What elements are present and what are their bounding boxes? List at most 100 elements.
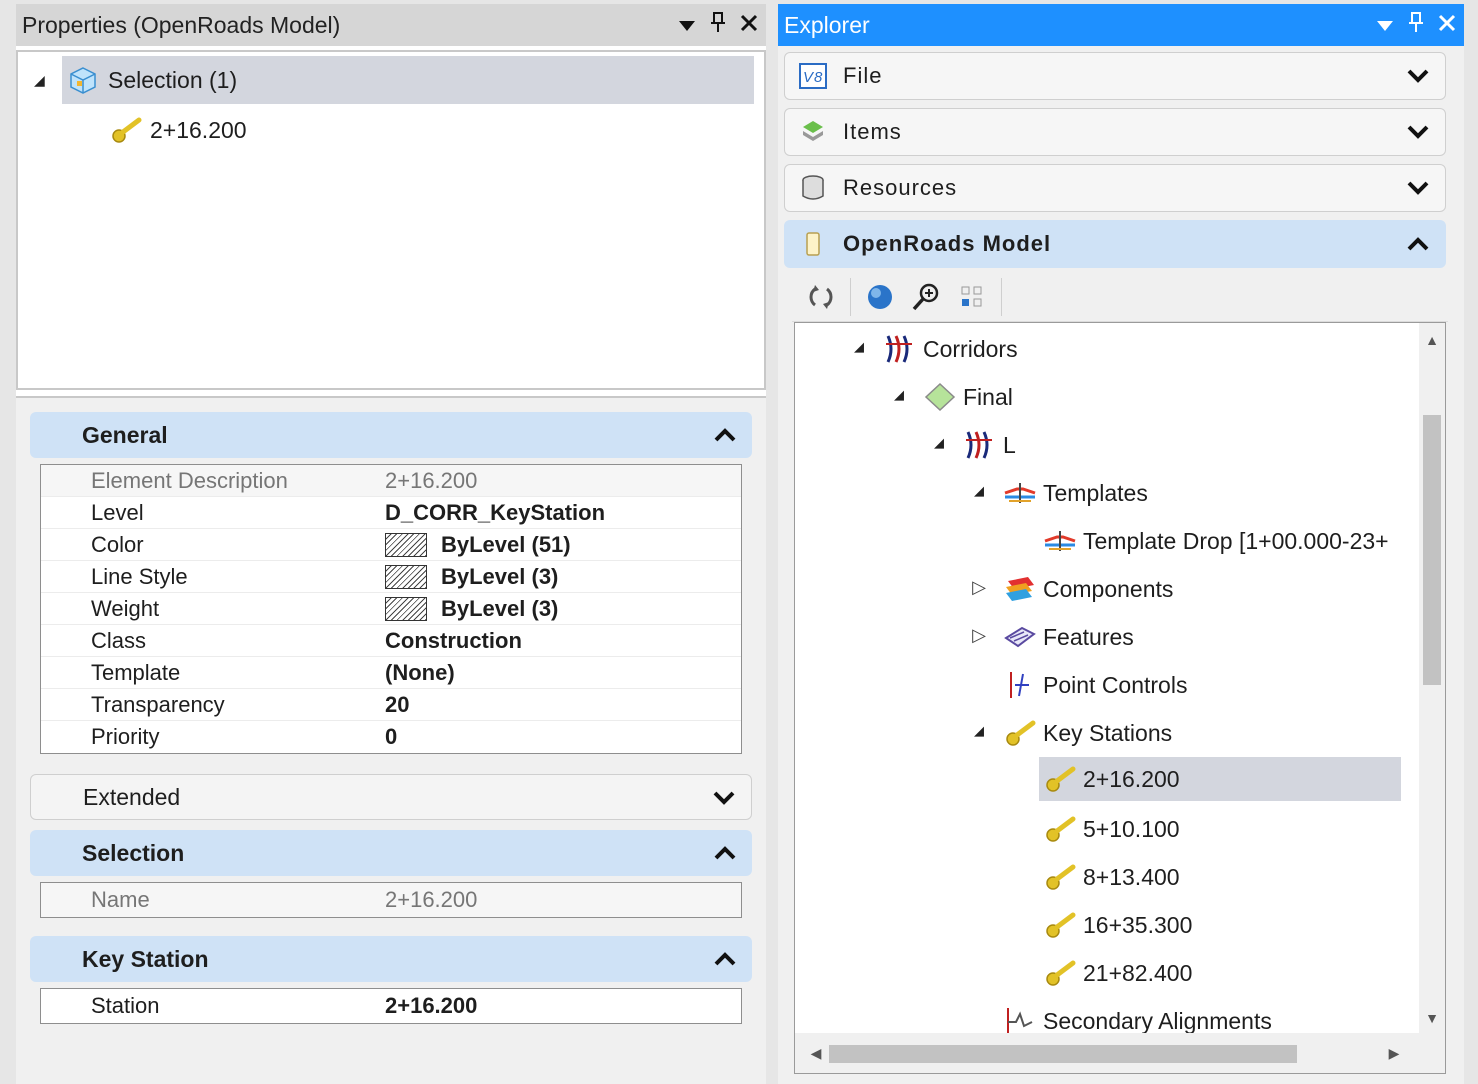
property-value[interactable]: 2+16.200 (381, 989, 741, 1023)
tree-item-label: Final (963, 383, 1013, 410)
close-icon[interactable] (740, 12, 758, 38)
property-row-template: Template (None) (41, 657, 741, 689)
pin-icon[interactable] (1408, 11, 1424, 39)
globe-icon[interactable] (863, 280, 897, 314)
property-name: Template (91, 659, 181, 685)
expand-arrow-icon[interactable]: ◢ (851, 339, 867, 355)
v8-file-icon: V8 (799, 62, 827, 90)
key-icon (112, 117, 142, 143)
tree-item-key-station[interactable]: 2+16.200 (1039, 757, 1401, 801)
property-value[interactable]: (None) (381, 657, 741, 688)
vertical-scroll-thumb[interactable] (1423, 415, 1441, 685)
scroll-down-icon[interactable]: ▼ (1419, 1005, 1445, 1031)
selection-label: Selection (1) (108, 66, 238, 93)
property-row-level: Level D_CORR_KeyStation (41, 497, 741, 529)
tree-item-l[interactable]: L (963, 423, 1016, 467)
property-value[interactable]: 0 (381, 721, 741, 753)
selection-child-item[interactable]: 2+16.200 (110, 112, 247, 148)
chevron-down-icon[interactable] (711, 775, 737, 821)
tree-item-features[interactable]: Features (1003, 615, 1134, 659)
pin-icon[interactable] (710, 11, 726, 39)
chevron-up-icon[interactable] (1405, 221, 1431, 267)
close-icon[interactable] (1438, 12, 1456, 38)
features-icon (1003, 622, 1037, 652)
tree-item-key-station[interactable]: 16+35.300 (1043, 903, 1192, 947)
template-icon (1003, 478, 1037, 508)
tree-item-components[interactable]: Components (1003, 567, 1173, 611)
property-value[interactable]: Construction (381, 625, 741, 656)
key-icon (1043, 862, 1077, 892)
scroll-left-icon[interactable]: ◀ (803, 1033, 829, 1073)
property-name: Element Description (91, 467, 288, 493)
weight-swatch-icon (385, 596, 427, 621)
tree-item-key-station[interactable]: 8+13.400 (1043, 855, 1180, 899)
property-value-cell[interactable]: ByLevel (3) (381, 593, 741, 624)
tree-item-point-controls[interactable]: Point Controls (1003, 663, 1187, 707)
grid-view-icon[interactable] (955, 280, 989, 314)
chevron-down-icon[interactable] (1405, 165, 1431, 211)
chevron-down-icon[interactable] (1405, 53, 1431, 99)
accordion-items-label: Items (843, 119, 902, 144)
section-key-station-header[interactable]: Key Station (30, 936, 752, 982)
tree-item-key-station[interactable]: 21+82.400 (1043, 951, 1192, 995)
zoom-in-icon[interactable] (909, 280, 943, 314)
cube-icon (70, 67, 96, 94)
linestyle-swatch-icon (385, 564, 427, 589)
tree-item-label: 21+82.400 (1083, 959, 1193, 986)
collapsed-arrow-icon[interactable]: ▷ (971, 625, 987, 646)
property-value[interactable]: 2+16.200 (381, 465, 741, 496)
chevron-up-icon[interactable] (712, 936, 738, 982)
dropdown-icon[interactable] (1376, 12, 1394, 38)
property-value[interactable]: D_CORR_KeyStation (381, 497, 741, 528)
tree-item-key-station[interactable]: 5+10.100 (1043, 807, 1180, 851)
tree-item-corridors[interactable]: Corridors (883, 327, 1018, 371)
section-general-header[interactable]: General (30, 412, 752, 458)
accordion-resources[interactable]: Resources (784, 164, 1446, 212)
horizontal-scrollbar[interactable]: ◀ ▶ (795, 1033, 1445, 1073)
general-properties-grid: Element Description 2+16.200 Level D_COR… (40, 464, 742, 754)
property-value-cell[interactable]: ByLevel (3) (381, 561, 741, 592)
accordion-openroads-model[interactable]: OpenRoads Model (784, 220, 1446, 268)
tree-item-label: Features (1043, 623, 1134, 650)
expand-arrow-icon[interactable]: ◢ (971, 723, 987, 739)
refresh-icon[interactable] (804, 280, 838, 314)
expand-arrow-icon[interactable]: ◢ (891, 387, 907, 403)
section-extended-header[interactable]: Extended (30, 774, 752, 820)
property-row-weight: Weight ByLevel (3) (41, 593, 741, 625)
tree-item-templates[interactable]: Templates (1003, 471, 1148, 515)
property-name: Color (91, 531, 144, 557)
properties-panel: Properties (OpenRoads Model) ◢ Selection… (16, 4, 766, 1084)
tree-item-template-drop[interactable]: Template Drop [1+00.000-23+ (1043, 519, 1389, 563)
dropdown-icon[interactable] (678, 12, 696, 38)
chevron-down-icon[interactable] (1405, 109, 1431, 155)
expand-arrow-icon[interactable]: ◢ (971, 483, 987, 499)
property-value[interactable]: 2+16.200 (381, 883, 741, 917)
scroll-up-icon[interactable]: ▲ (1419, 327, 1445, 353)
chevron-up-icon[interactable] (712, 412, 738, 458)
property-value: ByLevel (3) (441, 595, 559, 621)
scroll-right-icon[interactable]: ▶ (1381, 1033, 1407, 1073)
collapsed-arrow-icon[interactable]: ▷ (971, 577, 987, 598)
horizontal-scroll-thumb[interactable] (829, 1045, 1297, 1063)
property-value-cell[interactable]: ByLevel (51) (381, 529, 741, 560)
section-general-title: General (82, 421, 168, 448)
vertical-scrollbar[interactable]: ▲ ▼ (1419, 323, 1445, 1035)
property-value[interactable]: 20 (381, 689, 741, 720)
tree-item-final[interactable]: Final (923, 375, 1013, 419)
selection-node[interactable]: Selection (1) (62, 56, 754, 104)
section-selection-header[interactable]: Selection (30, 830, 752, 876)
explorer-title: Explorer (784, 11, 870, 38)
chevron-up-icon[interactable] (712, 830, 738, 876)
expand-arrow-icon[interactable]: ◢ (931, 435, 947, 451)
property-name: Transparency (91, 691, 225, 717)
tree-item-key-stations[interactable]: Key Stations (1003, 711, 1172, 755)
point-controls-icon (1003, 670, 1037, 700)
key-icon (1043, 814, 1077, 844)
tree-item-label: 2+16.200 (1083, 765, 1180, 792)
toolbar-separator (1001, 277, 1002, 316)
collapse-arrow-icon[interactable]: ◢ (34, 72, 45, 89)
accordion-file[interactable]: V8 File (784, 52, 1446, 100)
tree-item-label: Templates (1043, 479, 1148, 506)
svg-text:V8: V8 (803, 69, 823, 86)
accordion-items[interactable]: Items (784, 108, 1446, 156)
